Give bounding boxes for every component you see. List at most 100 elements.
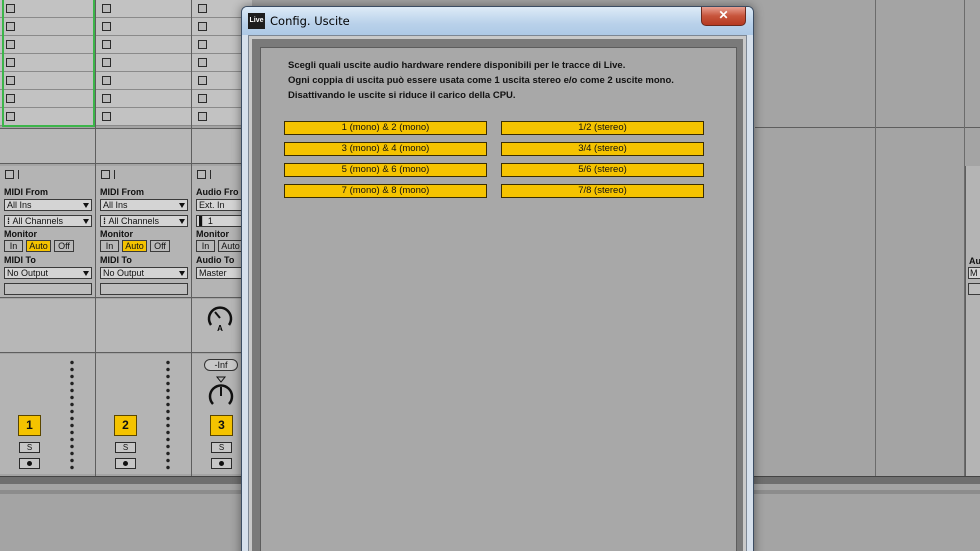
stereo-output-toggle-3-4[interactable]: 3/4 (stereo) bbox=[501, 142, 704, 156]
close-icon: ✕ bbox=[718, 8, 729, 22]
clip-stop-button[interactable] bbox=[102, 94, 111, 103]
output-label: MIDI To bbox=[4, 255, 36, 265]
dialog-titlebar[interactable]: Live Config. Uscite ✕ bbox=[242, 7, 753, 35]
description-line-1: Scegli quali uscite audio hardware rende… bbox=[288, 60, 626, 71]
mixer-section: 2 S bbox=[96, 354, 191, 474]
clip-slot[interactable] bbox=[96, 54, 191, 72]
track-gap bbox=[96, 128, 191, 164]
sends-section bbox=[0, 299, 95, 353]
clip-stop-button[interactable] bbox=[102, 76, 111, 85]
stop-all-button[interactable] bbox=[5, 170, 14, 179]
io-divider bbox=[114, 170, 123, 179]
live-app-icon: Live bbox=[248, 13, 265, 29]
track-activator-button[interactable]: 1 bbox=[18, 415, 41, 436]
input-channel-dropdown[interactable]: ⁞ All Channels bbox=[100, 215, 188, 227]
stereo-output-toggle-1-2[interactable]: 1/2 (stereo) bbox=[501, 121, 704, 135]
clip-slot[interactable] bbox=[0, 72, 95, 90]
clip-stop-button[interactable] bbox=[198, 22, 207, 31]
clip-slot[interactable] bbox=[96, 36, 191, 54]
mono-output-toggle-1-2[interactable]: 1 (mono) & 2 (mono) bbox=[284, 121, 487, 135]
arm-button[interactable] bbox=[19, 458, 40, 469]
output-dropdown[interactable]: No Output bbox=[100, 267, 188, 279]
monitor-auto-button[interactable]: Auto bbox=[122, 240, 147, 252]
mono-output-toggle-7-8[interactable]: 7 (mono) & 8 (mono) bbox=[284, 184, 487, 198]
clip-slot[interactable] bbox=[96, 72, 191, 90]
stop-all-button[interactable] bbox=[101, 170, 110, 179]
clip-stop-button[interactable] bbox=[102, 112, 111, 121]
clip-stop-button[interactable] bbox=[198, 40, 207, 49]
clip-stop-button[interactable] bbox=[198, 94, 207, 103]
session-right-area: Au M bbox=[755, 0, 980, 476]
io-divider bbox=[18, 170, 27, 179]
clip-stop-button[interactable] bbox=[6, 58, 15, 67]
output-channel-field-partial[interactable] bbox=[968, 283, 980, 295]
clip-slot[interactable] bbox=[0, 90, 95, 108]
solo-button[interactable]: S bbox=[19, 442, 40, 453]
dialog-frame: Scegli quali uscite audio hardware rende… bbox=[248, 35, 747, 551]
output-channel-field[interactable] bbox=[4, 283, 92, 295]
input-channel-dropdown[interactable]: ⁞ All Channels bbox=[4, 215, 92, 227]
monitor-auto-button[interactable]: Auto bbox=[26, 240, 51, 252]
clip-slot[interactable] bbox=[0, 0, 95, 18]
output-label: Audio To bbox=[196, 255, 235, 265]
track-activator-button[interactable]: 3 bbox=[210, 415, 233, 436]
solo-button[interactable]: S bbox=[211, 442, 232, 453]
stop-all-button[interactable] bbox=[197, 170, 206, 179]
monitor-in-button[interactable]: In bbox=[100, 240, 119, 252]
arm-button[interactable] bbox=[115, 458, 136, 469]
send-knob-icon[interactable]: A bbox=[205, 303, 235, 333]
clip-stop-button[interactable] bbox=[6, 22, 15, 31]
monitor-auto-button[interactable]: Auto bbox=[218, 240, 243, 252]
solo-button[interactable]: S bbox=[115, 442, 136, 453]
clip-slot[interactable] bbox=[96, 18, 191, 36]
clip-stop-button[interactable] bbox=[198, 4, 207, 13]
mono-output-toggle-3-4[interactable]: 3 (mono) & 4 (mono) bbox=[284, 142, 487, 156]
monitor-in-button[interactable]: In bbox=[4, 240, 23, 252]
output-channel-field[interactable] bbox=[100, 283, 188, 295]
clip-slot[interactable] bbox=[0, 36, 95, 54]
clip-stop-button[interactable] bbox=[198, 76, 207, 85]
input-source-value: All Ins bbox=[103, 200, 128, 210]
clip-stop-button[interactable] bbox=[6, 76, 15, 85]
output-dropdown[interactable]: No Output bbox=[4, 267, 92, 279]
stereo-output-toggle-7-8[interactable]: 7/8 (stereo) bbox=[501, 184, 704, 198]
track-activator-button[interactable]: 2 bbox=[114, 415, 137, 436]
monitor-off-button[interactable]: Off bbox=[150, 240, 170, 252]
clip-stop-button[interactable] bbox=[6, 94, 15, 103]
clip-stop-button[interactable] bbox=[102, 4, 111, 13]
arm-button[interactable] bbox=[211, 458, 232, 469]
pan-knob-icon[interactable] bbox=[206, 375, 236, 409]
clip-stop-button[interactable] bbox=[198, 58, 207, 67]
input-source-dropdown[interactable]: All Ins bbox=[100, 199, 188, 211]
clip-slot[interactable] bbox=[0, 108, 95, 126]
volume-readout[interactable]: -Inf bbox=[204, 359, 238, 371]
clip-slot[interactable] bbox=[96, 0, 191, 18]
stereo-output-toggle-5-6[interactable]: 5/6 (stereo) bbox=[501, 163, 704, 177]
output-value: Master bbox=[199, 268, 227, 278]
output-value: No Output bbox=[7, 268, 49, 278]
monitor-in-button[interactable]: In bbox=[196, 240, 215, 252]
monitor-off-button[interactable]: Off bbox=[54, 240, 74, 252]
mono-output-toggle-5-6[interactable]: 5 (mono) & 6 (mono) bbox=[284, 163, 487, 177]
sends-section bbox=[96, 299, 191, 353]
clip-stop-button[interactable] bbox=[6, 4, 15, 13]
clip-stop-button[interactable] bbox=[6, 112, 15, 121]
clip-stop-button[interactable] bbox=[102, 22, 111, 31]
clip-slot[interactable] bbox=[0, 18, 95, 36]
close-button[interactable]: ✕ bbox=[701, 7, 746, 26]
chevron-down-icon bbox=[179, 219, 185, 224]
track-divider bbox=[875, 0, 876, 476]
clip-slot[interactable] bbox=[96, 108, 191, 126]
clip-slot-grid bbox=[96, 0, 191, 128]
clip-slot[interactable] bbox=[0, 54, 95, 72]
clip-slot[interactable] bbox=[96, 90, 191, 108]
clip-stop-button[interactable] bbox=[102, 58, 111, 67]
track-column-2: MIDI From All Ins ⁞ All Channels Monitor… bbox=[96, 0, 192, 476]
clip-stop-button[interactable] bbox=[6, 40, 15, 49]
clip-stop-button[interactable] bbox=[102, 40, 111, 49]
clip-slot-grid bbox=[0, 0, 95, 128]
input-source-dropdown[interactable]: All Ins bbox=[4, 199, 92, 211]
output-dropdown-partial[interactable]: M bbox=[968, 267, 980, 279]
clip-stop-button[interactable] bbox=[198, 112, 207, 121]
input-channel-value: All Channels bbox=[12, 216, 64, 226]
